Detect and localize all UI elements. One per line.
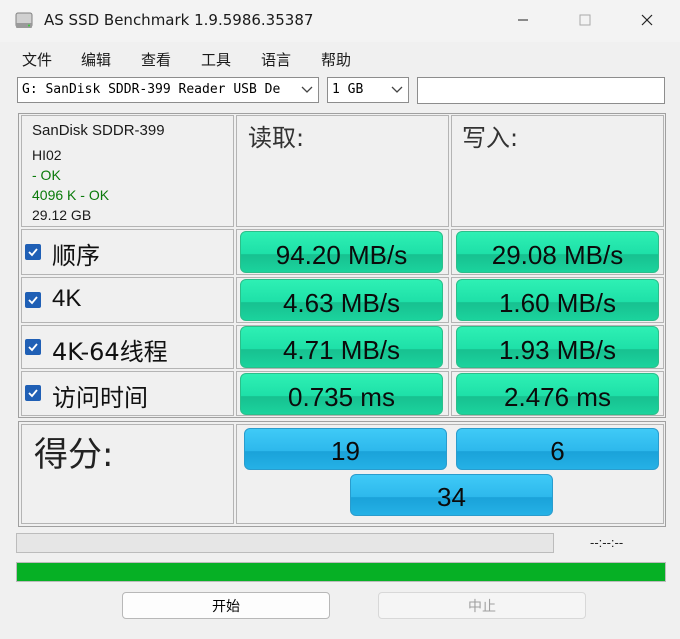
read-access-time-value: 0.735 ms: [240, 373, 443, 415]
menu-language[interactable]: 语言: [261, 49, 291, 70]
check-icon: [28, 296, 38, 305]
check-icon: [28, 389, 38, 398]
read-4k-64-value: 4.71 MB/s: [240, 326, 443, 368]
write-score: 6: [456, 428, 659, 470]
menu-view[interactable]: 查看: [141, 49, 171, 70]
check-icon: [28, 248, 38, 257]
device-firmware: HI02: [32, 147, 62, 163]
result-textbox[interactable]: [417, 77, 665, 104]
maximize-button[interactable]: [562, 0, 608, 40]
stop-button[interactable]: 中止: [378, 592, 586, 619]
write-4k-64-value: 1.93 MB/s: [456, 326, 659, 368]
size-select-value: 1 GB: [332, 82, 364, 97]
menu-help[interactable]: 帮助: [321, 49, 351, 70]
check-icon: [28, 343, 38, 352]
write-access-time-value: 2.476 ms: [456, 373, 659, 415]
device-name: SanDisk SDDR-399: [32, 122, 165, 139]
window-title: AS SSD Benchmark 1.9.5986.35387: [44, 11, 314, 29]
drive-select-value: G: SanDisk SDDR-399 Reader USB De: [22, 82, 281, 97]
read-sequential-value: 94.20 MB/s: [240, 231, 443, 273]
menu-file[interactable]: 文件: [22, 49, 52, 70]
drive-icon: [14, 12, 34, 30]
chevron-down-icon: [391, 86, 403, 93]
write-column-header: 写入:: [462, 124, 519, 152]
chevron-down-icon: [301, 86, 313, 93]
device-capacity: 29.12 GB: [32, 207, 92, 223]
menu-tools[interactable]: 工具: [201, 49, 231, 70]
drive-select[interactable]: G: SanDisk SDDR-399 Reader USB De: [17, 77, 319, 103]
size-select[interactable]: 1 GB: [327, 77, 409, 103]
read-column-header: 读取:: [248, 124, 305, 152]
checkbox-4k-64[interactable]: [25, 339, 41, 355]
read-4k-value: 4.63 MB/s: [240, 279, 443, 321]
total-score: 34: [350, 474, 553, 516]
maximize-icon: [579, 14, 591, 26]
row-label-4k: 4K: [52, 285, 82, 312]
checkbox-4k[interactable]: [25, 292, 41, 308]
overall-progress-fill: [17, 563, 665, 581]
minimize-button[interactable]: [500, 0, 546, 40]
close-icon: [641, 14, 653, 26]
menu-edit[interactable]: 编辑: [81, 49, 111, 70]
status-ok-1: - OK: [32, 167, 61, 183]
row-label-sequential: 顺序: [52, 242, 100, 270]
close-button[interactable]: [624, 0, 670, 40]
title-bar: AS SSD Benchmark 1.9.5986.35387: [0, 0, 680, 42]
row-label-access-time: 访问时间: [52, 384, 148, 412]
score-label: 得分:: [34, 435, 114, 475]
start-button[interactable]: 开始: [122, 592, 330, 619]
status-ok-2: 4096 K - OK: [32, 187, 110, 203]
minimize-icon: [518, 19, 528, 21]
write-sequential-value: 29.08 MB/s: [456, 231, 659, 273]
menu-bar: 文件 编辑 查看 工具 语言 帮助: [0, 44, 680, 72]
row-label-4k-64: 4K-64线程: [52, 338, 168, 366]
checkbox-access-time[interactable]: [25, 385, 41, 401]
subtask-progress-bar: [16, 533, 554, 553]
read-score: 19: [244, 428, 447, 470]
elapsed-time: --:--:--: [590, 535, 624, 550]
overall-progress-bar: [16, 562, 666, 582]
write-4k-value: 1.60 MB/s: [456, 279, 659, 321]
checkbox-sequential[interactable]: [25, 244, 41, 260]
